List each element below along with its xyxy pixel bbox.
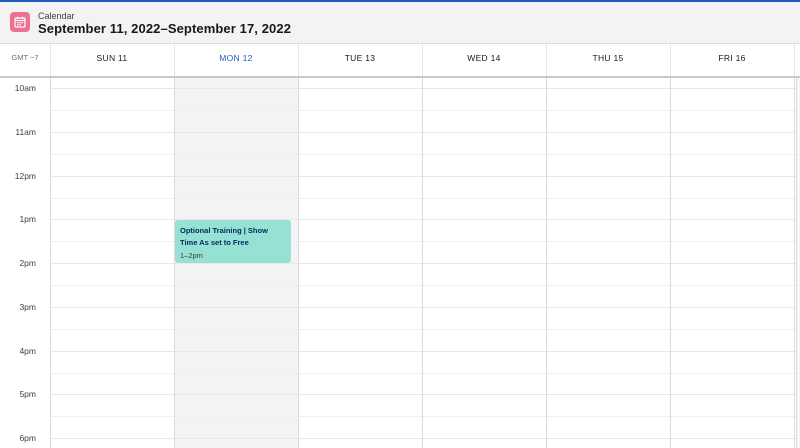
hour-line: [50, 219, 796, 220]
time-label-5pm: 5pm: [19, 389, 36, 399]
app-name: Calendar: [38, 11, 75, 21]
time-label-1pm: 1pm: [19, 214, 36, 224]
time-label-4pm: 4pm: [19, 346, 36, 356]
half-hour-line: [50, 416, 796, 417]
date-range-title: September 11, 2022–September 17, 2022: [38, 21, 292, 36]
event-title: Optional Training | Show Time As set to …: [180, 226, 268, 247]
day-header-sun[interactable]: SUN 11: [50, 44, 174, 76]
hour-line: [50, 307, 796, 308]
time-label-10am: 10am: [14, 83, 36, 93]
day-header-row: GMT −7 SUN 11 MON 12 TUE 13 WED 14 THU 1…: [0, 44, 800, 78]
day-header-mon[interactable]: MON 12: [174, 44, 298, 76]
column-divider: [670, 78, 671, 448]
event-time: 1–2pm: [180, 251, 203, 260]
column-divider: [422, 78, 423, 448]
hour-line: [50, 394, 796, 395]
half-hour-line: [50, 329, 796, 330]
time-label-12pm: 12pm: [14, 171, 36, 181]
day-header-thu[interactable]: THU 15: [546, 44, 670, 76]
column-divider: [174, 78, 175, 448]
half-hour-line: [50, 154, 796, 155]
column-divider: [546, 78, 547, 448]
calendar-event[interactable]: Optional Training | Show Time As set to …: [175, 220, 291, 263]
day-header-fri[interactable]: FRI 16: [670, 44, 794, 76]
half-hour-line: [50, 110, 796, 111]
week-grid[interactable]: 10am 11am 12pm 1pm 2pm 3pm 4pm 5pm 6pm O…: [0, 78, 800, 448]
hour-line: [50, 88, 796, 89]
calendar-header: Calendar September 11, 2022–September 17…: [0, 2, 800, 44]
calendar-icon: [10, 12, 30, 32]
column-divider: [794, 78, 795, 448]
hour-line: [50, 438, 796, 439]
half-hour-line: [50, 373, 796, 374]
hour-line: [50, 263, 796, 264]
time-label-3pm: 3pm: [19, 302, 36, 312]
hour-line: [50, 351, 796, 352]
half-hour-line: [50, 241, 796, 242]
timezone-label: GMT −7: [11, 53, 39, 62]
time-label-11am: 11am: [15, 127, 36, 137]
day-header-wed[interactable]: WED 14: [422, 44, 546, 76]
time-label-6pm: 6pm: [19, 433, 36, 443]
half-hour-line: [50, 198, 796, 199]
day-header-tue[interactable]: TUE 13: [298, 44, 422, 76]
half-hour-line: [50, 285, 796, 286]
column-divider: [50, 78, 51, 448]
scrollbar[interactable]: [796, 78, 800, 448]
hour-line: [50, 176, 796, 177]
divider: [794, 44, 795, 76]
time-label-2pm: 2pm: [19, 258, 36, 268]
column-divider: [298, 78, 299, 448]
hour-line: [50, 132, 796, 133]
